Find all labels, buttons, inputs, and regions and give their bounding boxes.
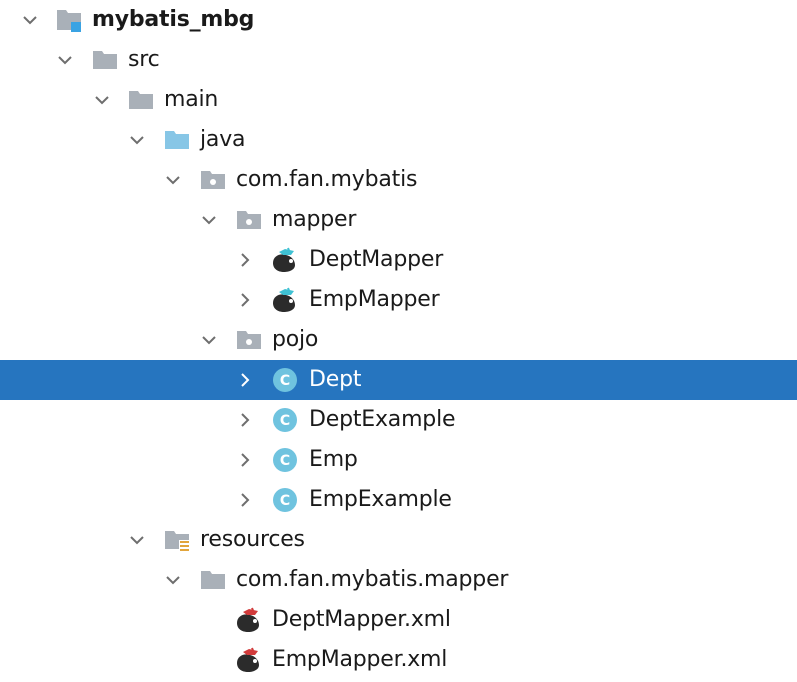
chevron-right-icon[interactable]	[235, 450, 255, 470]
tree-item-label: resources	[200, 527, 305, 552]
tree-item-mapper-package[interactable]: mapper	[0, 200, 797, 240]
tree-item-label: EmpMapper	[309, 287, 440, 312]
tree-item-label: src	[128, 47, 160, 72]
class-icon: C	[273, 408, 297, 432]
tree-item-com-fan-mybatis-mapper[interactable]: com.fan.mybatis.mapper	[0, 560, 797, 600]
chevron-down-icon[interactable]	[199, 210, 219, 230]
tree-item-pojo-package[interactable]: pojo	[0, 320, 797, 360]
tree-item-dept-mapper-xml[interactable]: DeptMapper.xml	[0, 600, 797, 640]
tree-item-label: pojo	[272, 327, 319, 352]
chevron-right-icon[interactable]	[235, 490, 255, 510]
tree-item-label: main	[164, 87, 219, 112]
tree-item-emp-mapper[interactable]: EmpMapper	[0, 280, 797, 320]
tree-item-com-fan-mybatis[interactable]: com.fan.mybatis	[0, 160, 797, 200]
tree-item-label: DeptMapper.xml	[272, 607, 451, 632]
tree-item-dept-mapper[interactable]: DeptMapper	[0, 240, 797, 280]
chevron-down-icon[interactable]	[127, 130, 147, 150]
module-folder-icon	[57, 10, 81, 32]
tree-item-label: com.fan.mybatis	[236, 167, 418, 192]
svg-text:C: C	[280, 493, 290, 509]
tree-item-resources[interactable]: resources	[0, 520, 797, 560]
chevron-down-icon[interactable]	[20, 10, 40, 30]
chevron-down-icon[interactable]	[163, 570, 183, 590]
class-icon: C	[273, 368, 297, 392]
package-icon	[237, 211, 261, 229]
tree-item-src[interactable]: src	[0, 40, 797, 80]
tree-item-emp[interactable]: C Emp	[0, 440, 797, 480]
chevron-right-icon[interactable]	[235, 290, 255, 310]
chevron-right-icon[interactable]	[235, 250, 255, 270]
tree-item-label: EmpExample	[309, 487, 452, 512]
tree-item-label: EmpMapper.xml	[272, 647, 448, 672]
tree-item-java[interactable]: java	[0, 120, 797, 160]
folder-icon	[93, 51, 117, 69]
chevron-right-icon[interactable]	[235, 410, 255, 430]
tree-item-label: java	[200, 127, 246, 152]
tree-item-emp-mapper-xml[interactable]: EmpMapper.xml	[0, 640, 797, 680]
chevron-down-icon[interactable]	[163, 170, 183, 190]
svg-text:C: C	[280, 373, 290, 389]
tree-item-dept-example[interactable]: C DeptExample	[0, 400, 797, 440]
project-tree: mybatis_mbg src main java com.fan.mybati…	[0, 0, 797, 680]
folder-icon	[129, 91, 153, 109]
tree-item-label: mybatis_mbg	[92, 7, 255, 32]
source-root-folder-icon	[165, 131, 189, 149]
chevron-down-icon[interactable]	[55, 50, 75, 70]
chevron-down-icon[interactable]	[92, 90, 112, 110]
chevron-right-icon[interactable]	[235, 370, 255, 390]
class-icon: C	[273, 488, 297, 512]
tree-item-main[interactable]: main	[0, 80, 797, 120]
chevron-down-icon[interactable]	[127, 530, 147, 550]
mybatis-interface-icon	[273, 287, 295, 312]
class-icon: C	[273, 448, 297, 472]
tree-item-label: DeptExample	[309, 407, 456, 432]
svg-text:C: C	[280, 413, 290, 429]
mybatis-xml-icon	[237, 647, 259, 672]
tree-item-mybatis-mbg[interactable]: mybatis_mbg	[0, 0, 797, 40]
package-icon	[237, 331, 261, 349]
tree-item-emp-example[interactable]: C EmpExample	[0, 480, 797, 520]
tree-item-label: DeptMapper	[309, 247, 444, 272]
mybatis-xml-icon	[237, 607, 259, 632]
tree-item-label: com.fan.mybatis.mapper	[236, 567, 509, 592]
tree-item-dept[interactable]: C Dept	[0, 360, 797, 400]
svg-text:C: C	[280, 453, 290, 469]
resources-folder-icon	[165, 531, 189, 553]
package-icon	[201, 171, 225, 189]
tree-item-label: Emp	[309, 447, 358, 472]
tree-item-label: Dept	[309, 367, 362, 392]
mybatis-interface-icon	[273, 247, 295, 272]
tree-item-label: mapper	[272, 207, 357, 232]
chevron-down-icon[interactable]	[199, 330, 219, 350]
folder-icon	[201, 571, 225, 589]
